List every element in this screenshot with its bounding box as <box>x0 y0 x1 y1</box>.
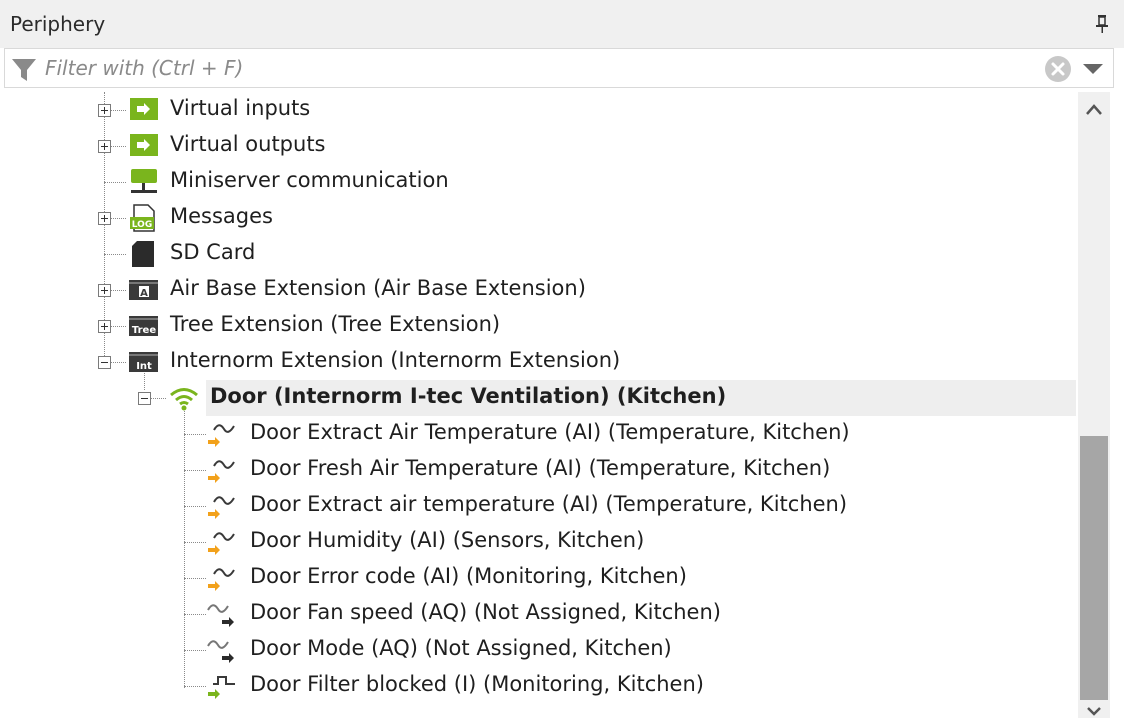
tree-item-label: Door Extract Air Temperature (AI) (Tempe… <box>250 420 850 444</box>
tree-item-messages[interactable]: LOG Messages <box>128 200 628 236</box>
svg-text:LOG: LOG <box>132 220 152 230</box>
tree-item-air-base-extension[interactable]: A Air Base Extension (Air Base Extension… <box>128 272 728 308</box>
analog-input-icon <box>208 568 235 591</box>
tree-item-tree-extension[interactable]: Tree Tree Extension (Tree Extension) <box>128 308 728 344</box>
close-icon <box>1051 62 1065 76</box>
periphery-tree: Virtual inputs Virtual outputs Miniserve… <box>0 92 1076 718</box>
tree-item-label: Door Fresh Air Temperature (AI) (Tempera… <box>250 456 831 480</box>
svg-text:Tree: Tree <box>132 325 156 336</box>
tree-item-sd-card[interactable]: SD Card <box>128 236 628 272</box>
analog-input-icon <box>208 496 235 519</box>
tree-item-digital-input[interactable]: Door Filter blocked (I) (Monitoring, Kit… <box>206 668 906 704</box>
pin-icon[interactable] <box>1094 14 1110 34</box>
collapse-toggle[interactable] <box>138 392 151 405</box>
analog-input-icon <box>208 460 235 483</box>
network-icon <box>131 169 157 193</box>
tree-item-door-device[interactable]: Door (Internorm I-tec Ventilation) (Kitc… <box>168 380 868 416</box>
svg-text:A: A <box>140 288 148 299</box>
clear-filter-button[interactable] <box>1045 56 1071 82</box>
analog-output-icon <box>207 640 234 663</box>
panel-header: Periphery <box>0 0 1124 48</box>
tree-item-label: Messages <box>170 204 273 228</box>
tree-item-label: Internorm Extension (Internorm Extension… <box>170 348 621 372</box>
expand-toggle[interactable] <box>98 212 111 225</box>
tree-item-miniserver-communication[interactable]: Miniserver communication <box>128 164 628 200</box>
internorm-extension-icon: Int <box>129 352 158 372</box>
tree-item-label: Door (Internorm I-tec Ventilation) (Kitc… <box>210 384 727 408</box>
tree-item-label: Door Mode (AQ) (Not Assigned, Kitchen) <box>250 636 672 660</box>
tree-item-analog-input[interactable]: Door Humidity (AI) (Sensors, Kitchen) <box>206 524 906 560</box>
vertical-scrollbar[interactable] <box>1078 92 1110 718</box>
tree-item-analog-output[interactable]: Door Mode (AQ) (Not Assigned, Kitchen) <box>206 632 906 668</box>
filter-bar <box>4 48 1114 88</box>
analog-input-icon <box>208 532 235 555</box>
chevron-down-icon[interactable] <box>1078 702 1110 718</box>
tree-item-analog-input[interactable]: Door Extract air temperature (AI) (Tempe… <box>206 488 906 524</box>
expand-toggle[interactable] <box>98 320 111 333</box>
virtual-output-icon <box>130 134 158 156</box>
tree-item-virtual-inputs[interactable]: Virtual inputs <box>128 92 628 128</box>
tree-item-virtual-outputs[interactable]: Virtual outputs <box>128 128 628 164</box>
tree-item-label: Door Extract air temperature (AI) (Tempe… <box>250 492 848 516</box>
digital-input-icon <box>208 676 235 699</box>
filter-input[interactable] <box>45 53 1025 83</box>
tree-extension-icon: Tree <box>129 316 158 336</box>
panel-title: Periphery <box>10 12 106 36</box>
tree-item-analog-output[interactable]: Door Fan speed (AQ) (Not Assigned, Kitch… <box>206 596 906 632</box>
chevron-up-icon[interactable] <box>1078 92 1110 128</box>
analog-input-icon <box>208 424 235 447</box>
tree-item-analog-input[interactable]: Door Fresh Air Temperature (AI) (Tempera… <box>206 452 906 488</box>
analog-output-icon <box>207 604 234 627</box>
sd-card-icon <box>132 241 154 267</box>
tree-item-internorm-extension[interactable]: Int Internorm Extension (Internorm Exten… <box>128 344 728 380</box>
tree-item-label: Door Humidity (AI) (Sensors, Kitchen) <box>250 528 645 552</box>
svg-text:Int: Int <box>136 361 152 372</box>
collapse-toggle[interactable] <box>98 356 111 369</box>
wireless-icon <box>170 388 198 411</box>
expand-toggle[interactable] <box>98 140 111 153</box>
expand-toggle[interactable] <box>98 284 111 297</box>
tree-item-label: Virtual outputs <box>170 132 326 156</box>
tree-item-analog-input[interactable]: Door Error code (AI) (Monitoring, Kitche… <box>206 560 906 596</box>
chevron-down-icon[interactable] <box>1081 61 1105 77</box>
tree-item-label: Door Filter blocked (I) (Monitoring, Kit… <box>250 672 704 696</box>
tree-item-analog-input[interactable]: Door Extract Air Temperature (AI) (Tempe… <box>206 416 906 452</box>
tree-item-label: Door Fan speed (AQ) (Not Assigned, Kitch… <box>250 600 721 624</box>
virtual-input-icon <box>130 98 158 120</box>
tree-item-label: Door Error code (AI) (Monitoring, Kitche… <box>250 564 687 588</box>
tree-item-label: SD Card <box>170 240 256 264</box>
tree-item-label: Tree Extension (Tree Extension) <box>170 312 501 336</box>
expand-toggle[interactable] <box>98 104 111 117</box>
filter-icon <box>12 59 36 81</box>
tree-item-label: Air Base Extension (Air Base Extension) <box>170 276 586 300</box>
log-icon: LOG <box>130 204 155 232</box>
air-extension-icon: A <box>129 280 158 300</box>
scrollbar-thumb[interactable] <box>1080 436 1108 700</box>
tree-item-label: Virtual inputs <box>170 96 311 120</box>
tree-item-label: Miniserver communication <box>170 168 449 192</box>
